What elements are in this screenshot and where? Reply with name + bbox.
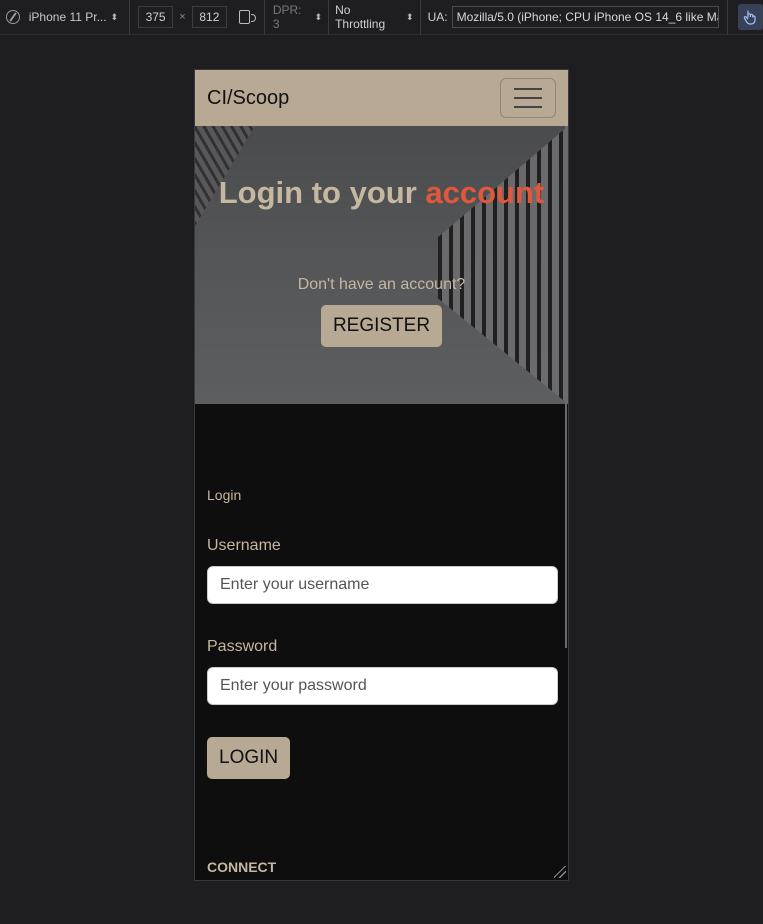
brand-link[interactable]: CI/Scoop (207, 87, 289, 110)
hamburger-icon (514, 88, 542, 90)
toolbar-divider (419, 0, 421, 35)
navbar: CI/Scoop (195, 70, 568, 126)
dpr-value: DPR: 3 (272, 3, 302, 31)
device-viewport: CI/Scoop Login to your account Don't hav… (194, 69, 569, 881)
height-input[interactable]: 812 (191, 6, 228, 28)
title-accent: account (425, 175, 545, 210)
connect-heading: CONNECT (207, 859, 277, 875)
chevron-updown-icon: ⬍ (314, 12, 323, 22)
throttling-value: No Throttling (335, 3, 386, 31)
width-input[interactable]: 375 (137, 6, 174, 28)
touch-toggle-button[interactable] (737, 4, 763, 30)
menu-toggle-button[interactable] (500, 78, 556, 118)
toolbar-divider (726, 0, 728, 35)
hand-pointer-icon (744, 10, 756, 25)
username-label: Username (207, 537, 281, 554)
password-label: Password (207, 638, 278, 655)
page-title: Login to your account (195, 126, 568, 211)
hamburger-icon (514, 97, 542, 99)
dpr-select[interactable]: DPR: 3 ⬍ (265, 0, 328, 35)
hamburger-icon (514, 106, 542, 108)
device-select[interactable]: iPhone 11 Pr... ⬍ (29, 0, 123, 35)
login-button[interactable]: LOGIN (207, 737, 291, 779)
device-name: iPhone 11 Pr... (28, 10, 107, 24)
chevron-updown-icon: ⬍ (110, 12, 119, 22)
user-agent-input[interactable]: Mozilla/5.0 (iPhone; CPU iPhone OS 14_6 … (451, 6, 719, 28)
scrollbar[interactable] (565, 126, 567, 648)
title-main: Login to your (218, 175, 426, 210)
dimension-times: × (179, 11, 186, 23)
resize-handle-icon[interactable] (554, 866, 566, 878)
throttling-select[interactable]: No Throttling ⬍ (329, 0, 419, 35)
form-heading: Login (207, 487, 242, 503)
chevron-updown-icon: ⬍ (406, 12, 414, 22)
ua-label: UA: (427, 10, 448, 24)
rotate-icon[interactable] (239, 10, 256, 24)
no-account-text: Don't have an account? (297, 276, 466, 293)
password-input[interactable]: Enter your password (207, 667, 558, 705)
login-form: Login Username Enter your username Passw… (195, 487, 568, 875)
register-button[interactable]: REGISTER (320, 305, 443, 347)
hero-banner: Login to your account Don't have an acco… (195, 126, 568, 404)
compass-icon (6, 10, 20, 24)
toolbar-divider (128, 0, 130, 35)
devtools-device-toolbar: iPhone 11 Pr... ⬍ 375 × 812 DPR: 3 ⬍ No … (0, 0, 763, 35)
username-input[interactable]: Enter your username (207, 566, 558, 604)
